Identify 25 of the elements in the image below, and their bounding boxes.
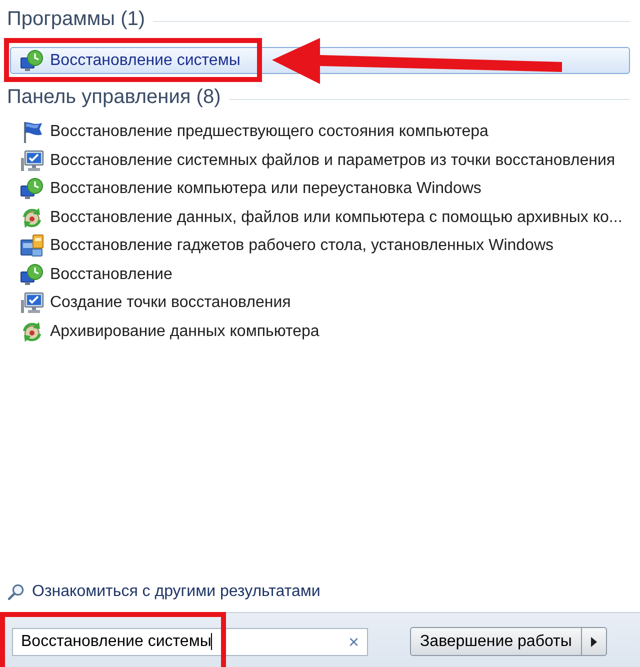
backup-arrows-icon xyxy=(20,206,44,230)
section-header: Программы (1) xyxy=(7,9,146,29)
gadget-tiles-icon xyxy=(20,234,44,258)
search-result-item[interactable]: Восстановление данных, файлов или компьютера с помощью архивных ко... xyxy=(10,204,630,232)
search-result-item[interactable]: Восстановление предшествующего состояния компьютера xyxy=(10,118,630,146)
shutdown-options-button[interactable] xyxy=(582,627,607,656)
search-icon xyxy=(8,584,24,600)
search-result-item[interactable]: Архивирование данных компьютера xyxy=(10,318,630,346)
monitor-clock-icon xyxy=(20,262,44,287)
search-result-item[interactable]: Восстановление гаджетов рабочего стола, установленных Windows xyxy=(10,232,630,260)
monitor-check-icon xyxy=(20,291,44,316)
shutdown-button[interactable]: Завершение работы xyxy=(410,627,582,656)
more-results-link[interactable]: Ознакомиться с другими результатами xyxy=(8,580,320,604)
backup-arrows-icon xyxy=(20,320,44,344)
monitor-clock-icon xyxy=(20,48,44,72)
search-result-item[interactable]: Создание точки восстановления xyxy=(10,289,630,318)
monitor-clock-icon xyxy=(20,177,44,202)
search-result-item[interactable]: Восстановление компьютера или переустановка Windows xyxy=(10,175,630,204)
clear-button[interactable]: × xyxy=(346,632,361,650)
search-result-item[interactable]: Восстановление системных файлов и параметров из точки восстановления xyxy=(10,146,630,175)
monitor-check-icon xyxy=(20,148,44,173)
search-result-item[interactable]: Восстановление xyxy=(10,260,630,289)
search-field[interactable]: Восстановление системы × xyxy=(12,628,368,656)
triangle-right-icon xyxy=(590,636,597,646)
section-header: Панель управления (8) xyxy=(7,87,221,107)
